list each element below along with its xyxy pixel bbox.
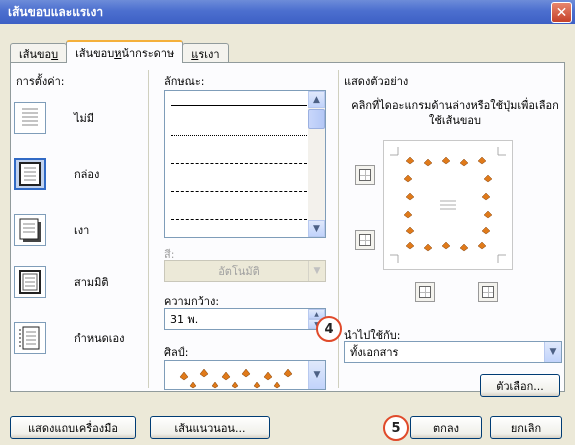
show-toolbar-button[interactable]: แสดงแถบเครื่องมือ — [10, 416, 136, 439]
setting-shadow-label: เงา — [74, 224, 90, 237]
setting-none[interactable]: ไม่มี — [14, 102, 94, 134]
top-border-button[interactable] — [355, 165, 375, 185]
options-button[interactable]: ตัวเลือก... — [480, 374, 560, 397]
window-title: เส้นขอบและแรเงา — [8, 4, 104, 19]
butterfly-border-preview — [390, 147, 506, 263]
tab-borders[interactable]: เส้นขอบ — [10, 43, 68, 63]
setting-custom-icon — [14, 322, 46, 354]
setting-box-icon — [14, 158, 46, 190]
color-dropdown[interactable]: อัตโนมัติ ▼ — [164, 260, 326, 282]
line-style-list[interactable]: ▲ ▼ — [164, 90, 326, 238]
ok-button[interactable]: ตกลง — [410, 416, 482, 439]
setting-shadow[interactable]: เงา — [14, 214, 89, 246]
setting-custom[interactable]: กำหนดเอง — [14, 322, 125, 354]
line-style-solid[interactable] — [171, 105, 307, 106]
callout-5: 5 — [383, 415, 409, 441]
art-label: ศิลป์: — [164, 346, 189, 359]
setting-3d[interactable]: สามมิติ — [14, 266, 109, 298]
setting-none-label: ไม่มี — [74, 112, 95, 125]
butterfly-art-icon — [165, 361, 308, 389]
tab-strip: เส้นขอบ เส้นขอบหน้ากระดาษ แรเงา — [10, 40, 229, 63]
tab-page-border[interactable]: เส้นขอบหน้ากระดาษ — [66, 40, 184, 63]
line-style-dashed-small[interactable] — [171, 163, 307, 164]
chevron-down-icon: ▼ — [308, 261, 325, 281]
preview-instruction: คลิกที่ไดอะแกรมด้านล่างหรือใช้ปุ่มเพื่อเ… — [351, 99, 559, 127]
close-button[interactable]: ✕ — [551, 2, 572, 23]
color-value: อัตโนมัติ — [218, 265, 260, 278]
style-header: ลักษณะ: — [164, 75, 205, 88]
right-border-icon — [482, 286, 494, 298]
horizontal-line-button[interactable]: เส้นแนวนอน... — [150, 416, 270, 439]
art-dropdown[interactable]: ▼ — [164, 360, 326, 390]
setting-shadow-icon — [14, 214, 46, 246]
line-style-dotted[interactable] — [171, 135, 307, 136]
left-border-button[interactable] — [415, 282, 435, 302]
callout-4: 4 — [316, 316, 342, 342]
cancel-button[interactable]: ยกเลิก — [490, 416, 562, 439]
bottom-border-button[interactable] — [355, 230, 375, 250]
chevron-down-icon: ▼ — [308, 361, 325, 389]
width-spinner[interactable]: 31 พ. ▲ ▼ — [164, 308, 326, 330]
chevron-down-icon: ▼ — [544, 342, 561, 362]
preview-diagram[interactable] — [383, 140, 513, 270]
line-style-scrollbar[interactable]: ▲ ▼ — [308, 91, 325, 237]
column-divider-right — [338, 70, 339, 388]
left-border-icon — [419, 286, 431, 298]
tab-shading[interactable]: แรเงา — [182, 43, 229, 63]
setting-box[interactable]: กล่อง — [14, 158, 99, 190]
right-border-button[interactable] — [478, 282, 498, 302]
setting-none-icon — [14, 102, 46, 134]
setting-header: การตั้งค่า: — [16, 75, 65, 88]
line-style-dashed[interactable] — [171, 191, 307, 192]
apply-to-dropdown[interactable]: ทั้งเอกสาร ▼ — [344, 341, 562, 363]
scroll-up-icon[interactable]: ▲ — [308, 91, 325, 108]
setting-3d-label: สามมิติ — [74, 276, 109, 289]
width-value: 31 พ. — [170, 313, 199, 326]
column-divider-left — [148, 70, 149, 388]
setting-custom-label: กำหนดเอง — [74, 332, 125, 345]
preview-header: แสดงตัวอย่าง — [344, 75, 409, 88]
line-style-dash-dot[interactable] — [171, 219, 307, 220]
apply-to-value: ทั้งเอกสาร — [350, 346, 399, 359]
scroll-down-icon[interactable]: ▼ — [308, 220, 325, 237]
setting-box-label: กล่อง — [74, 168, 100, 181]
bottom-border-icon — [359, 234, 371, 246]
title-bar: เส้นขอบและแรเงา ✕ — [0, 0, 575, 24]
top-border-icon — [359, 169, 371, 181]
setting-3d-icon — [14, 266, 46, 298]
close-icon: ✕ — [555, 4, 568, 21]
scroll-thumb[interactable] — [308, 109, 325, 129]
